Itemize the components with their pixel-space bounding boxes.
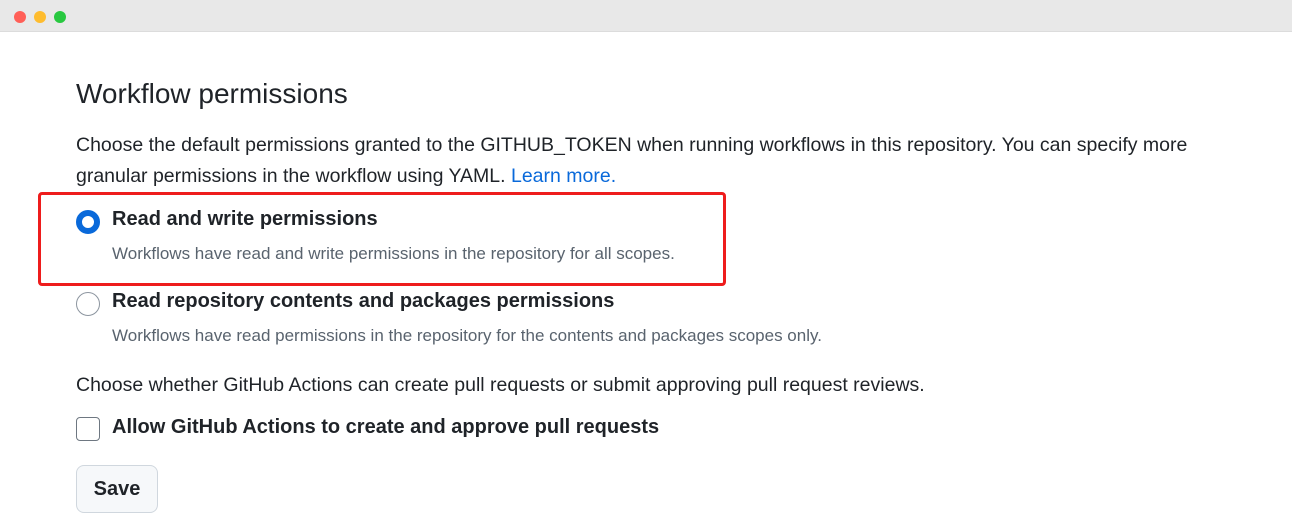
- option-read-only-hint: Workflows have read permissions in the r…: [112, 326, 822, 345]
- option-read-only-label[interactable]: Read repository contents and packages pe…: [112, 290, 614, 313]
- allow-pr-checkbox-label[interactable]: Allow GitHub Actions to create and appro…: [112, 416, 659, 439]
- close-window-button[interactable]: [14, 11, 26, 23]
- save-button[interactable]: Save: [76, 465, 158, 513]
- minimize-window-button[interactable]: [34, 11, 46, 23]
- radio-read-only[interactable]: [76, 292, 100, 316]
- section-title: Workflow permissions: [76, 78, 348, 109]
- zoom-window-button[interactable]: [54, 11, 66, 23]
- allow-pr-checkbox[interactable]: [76, 417, 100, 441]
- pull-request-description: Choose whether GitHub Actions can create…: [76, 374, 925, 396]
- window-titlebar: [0, 0, 1292, 32]
- highlight-annotation-box: [38, 192, 726, 286]
- section-description-text: Choose the default permissions granted t…: [76, 134, 1188, 187]
- learn-more-link[interactable]: Learn more.: [511, 165, 616, 187]
- section-description: Choose the default permissions granted t…: [76, 130, 1216, 192]
